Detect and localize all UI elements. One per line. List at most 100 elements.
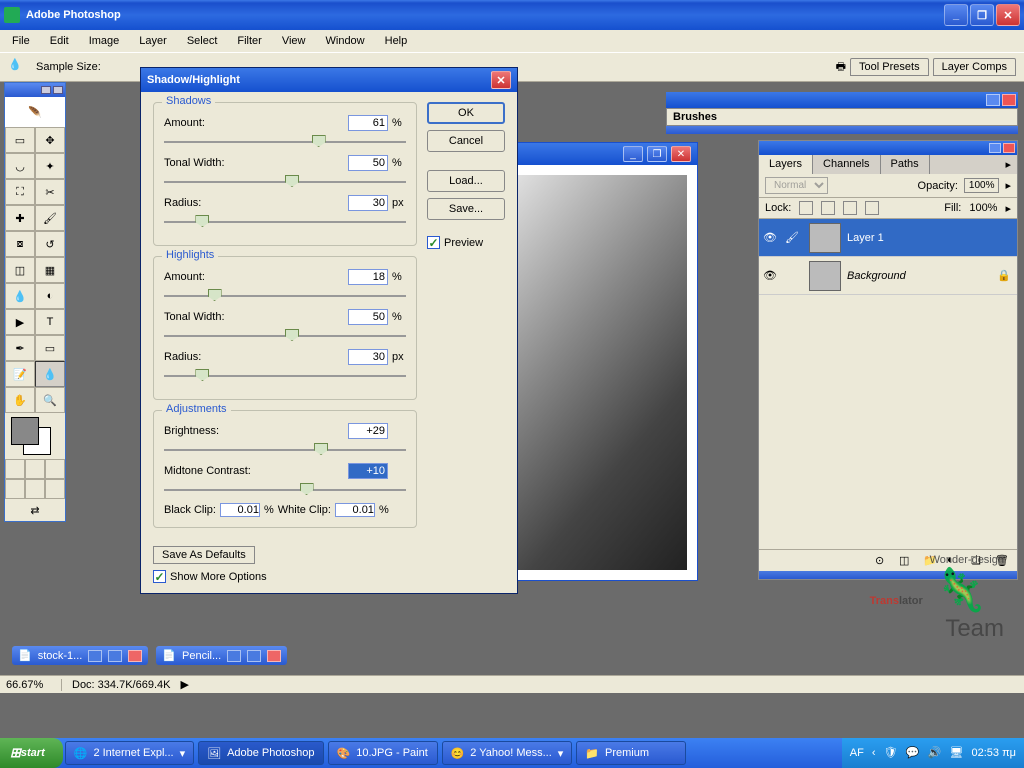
mdi-close-button[interactable] [267,650,281,662]
app-close-button[interactable]: ✕ [996,4,1020,26]
brushes-panel[interactable]: Brushes [666,92,1018,134]
move-tool[interactable]: ✥ [35,127,65,153]
visibility-icon[interactable]: 👁 [759,231,781,244]
notes-tool[interactable]: 📝 [5,361,35,387]
slice-tool[interactable]: ✂ [35,179,65,205]
taskbar-item[interactable]: 🎨10.JPG - Paint [328,741,438,765]
save-button[interactable]: Save... [427,198,505,220]
visibility-icon[interactable]: 👁 [759,269,781,282]
menu-window[interactable]: Window [318,33,373,49]
taskbar-item[interactable]: 🌐2 Internet Expl...▾ [65,741,194,765]
history-brush-tool[interactable]: ↺ [35,231,65,257]
shadows-tonal-slider[interactable] [164,173,406,191]
toolbox-close-button[interactable] [53,86,63,94]
brushes-close-button[interactable] [1002,94,1016,106]
mdi-restore-button[interactable] [88,650,102,662]
shadows-tonal-input[interactable] [348,155,388,171]
layer-row[interactable]: 👁🖌 Layer 1 [759,219,1017,257]
brushes-minimize-button[interactable] [986,94,1000,106]
menu-file[interactable]: File [4,33,38,49]
type-tool[interactable]: T [35,309,65,335]
highlights-tonal-slider[interactable] [164,327,406,345]
show-more-checkbox[interactable]: ✓Show More Options [153,570,417,583]
mdi-max-button[interactable] [247,650,261,662]
quickmask-mode-button[interactable] [25,459,45,479]
screen-full-menu-button[interactable] [25,479,45,499]
mdi-close-button[interactable] [128,650,142,662]
shadows-amount-slider[interactable] [164,133,406,151]
layer-comps-tab[interactable]: Layer Comps [933,58,1016,76]
brush-tool[interactable]: 🖌 [35,205,65,231]
menu-view[interactable]: View [274,33,314,49]
heal-tool[interactable]: ✚ [5,205,35,231]
screen-standard-button[interactable] [5,479,25,499]
path-select-tool[interactable]: ▶ [5,309,35,335]
canvas-area[interactable] [489,165,697,580]
highlights-radius-input[interactable] [348,349,388,365]
taskbar-item[interactable]: 😊2 Yahoo! Mess...▾ [442,741,573,765]
mdi-max-button[interactable] [108,650,122,662]
marquee-tool[interactable]: ▭ [5,127,35,153]
app-minimize-button[interactable]: _ [944,4,968,26]
gradient-tool[interactable]: ▦ [35,257,65,283]
system-tray[interactable]: AF ‹ 🛡 💬 🔊 🖥 02:53 πμ [842,738,1024,768]
eyedropper-tool[interactable]: 💧 [35,361,65,387]
dialog-close-button[interactable]: ✕ [491,71,511,89]
eyedropper-icon[interactable]: 💧 [8,58,26,76]
zoom-level[interactable]: 66.67% [6,679,62,691]
toolbox[interactable]: 🪶 ▭✥ ◡✦ ⛶✂ ✚🖌 ⧇↺ ◫▦ 💧◐ ▶T ✒▭ 📝💧 ✋🔍 ⇄ [4,82,66,522]
lock-all-button[interactable] [865,201,879,215]
zoom-tool[interactable]: 🔍 [35,387,65,413]
lock-position-button[interactable] [843,201,857,215]
taskbar-item[interactable]: 📁Premium [576,741,686,765]
blend-mode-select[interactable]: Normal [765,177,828,194]
color-swatch[interactable] [5,413,65,459]
shadows-radius-input[interactable] [348,195,388,211]
panel-menu-icon[interactable]: ▸ [999,155,1017,174]
layers-minimize-button[interactable] [989,143,1001,153]
highlights-amount-slider[interactable] [164,287,406,305]
wand-tool[interactable]: ✦ [35,153,65,179]
ok-button[interactable]: OK [427,102,505,124]
menu-filter[interactable]: Filter [229,33,269,49]
crop-tool[interactable]: ⛶ [5,179,35,205]
document-window[interactable]: 3) _ ❐ ✕ [488,142,698,581]
fill-value[interactable]: 100% [969,202,997,214]
layer-thumbnail[interactable] [809,223,841,253]
eraser-tool[interactable]: ◫ [5,257,35,283]
menu-help[interactable]: Help [377,33,416,49]
layer-row[interactable]: 👁 Background 🔒 [759,257,1017,295]
stamp-tool[interactable]: ⧇ [5,231,35,257]
tray-icon[interactable]: 🖥 [949,746,963,760]
preview-checkbox[interactable]: ✓Preview [427,236,505,249]
paths-tab[interactable]: Paths [881,155,930,174]
shadows-amount-input[interactable] [348,115,388,131]
mdi-doc-tab[interactable]: 📄stock-1... [12,646,148,665]
print-icon[interactable]: 🖶 [836,58,846,77]
mdi-restore-button[interactable] [227,650,241,662]
tray-icon[interactable]: 🛡 [883,746,897,760]
midtone-contrast-input[interactable] [348,463,388,479]
channels-tab[interactable]: Channels [813,155,880,174]
highlights-amount-input[interactable] [348,269,388,285]
layers-tab[interactable]: Layers [759,155,813,174]
highlights-radius-slider[interactable] [164,367,406,385]
tray-icon[interactable]: 🔊 [927,746,941,760]
cancel-button[interactable]: Cancel [427,130,505,152]
standard-mode-button[interactable] [5,459,25,479]
app-maximize-button[interactable]: ❐ [970,4,994,26]
tray-expand-icon[interactable]: ‹ [872,747,876,759]
shadows-radius-slider[interactable] [164,213,406,231]
brushes-title[interactable]: Brushes [666,108,1018,126]
menu-image[interactable]: Image [81,33,128,49]
layer-name[interactable]: Background [847,270,997,282]
layers-close-button[interactable] [1003,143,1015,153]
dodge-tool[interactable]: ◐ [35,283,65,309]
tray-icon[interactable]: 💬 [905,746,919,760]
opacity-arrow-icon[interactable]: ▸ [1005,179,1011,192]
lock-transparent-button[interactable] [799,201,813,215]
brightness-input[interactable] [348,423,388,439]
doc-minimize-button[interactable]: _ [623,146,643,162]
shape-tool[interactable]: ▭ [35,335,65,361]
hand-tool[interactable]: ✋ [5,387,35,413]
